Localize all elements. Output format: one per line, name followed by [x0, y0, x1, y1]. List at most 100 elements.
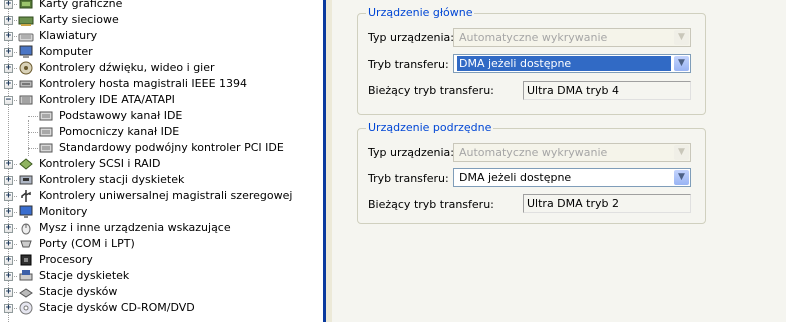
expand-icon[interactable]: +	[4, 224, 13, 233]
tree-item[interactable]: + Kontrolery stacji dyskietek	[0, 172, 323, 188]
pane-splitter[interactable]	[323, 0, 332, 322]
tree-item[interactable]: + Stacje dysków CD-ROM/DVD	[0, 300, 323, 316]
tree-item[interactable]: + Kontrolery dźwięku, wideo i gier	[0, 60, 323, 76]
tree-item-label: Karty sieciowe	[39, 13, 119, 26]
primary-transfer-mode-value: DMA jeżeli dostępne	[457, 56, 671, 71]
expand-icon[interactable]: +	[4, 16, 13, 25]
tree-item[interactable]: + Kontrolery hosta magistrali IEEE 1394	[0, 76, 323, 92]
keyboard-icon	[18, 33, 34, 42]
secondary-current-mode-label: Bieżący tryb transferu:	[368, 198, 494, 211]
tree-item-label: Stacje dyskietek	[39, 269, 130, 282]
expand-icon[interactable]: +	[4, 208, 13, 217]
expand-icon[interactable]: +	[4, 192, 13, 201]
tree-item[interactable]: + Mysz i inne urządzenia wskazujące	[0, 220, 323, 236]
tree-item[interactable]: + Porty (COM i LPT)	[0, 236, 323, 252]
expand-icon[interactable]: +	[4, 64, 13, 73]
port-icon	[20, 240, 32, 248]
tree-line	[28, 132, 38, 133]
floppy-controller-icon	[19, 175, 33, 185]
display-adapter-icon	[19, 0, 33, 9]
tree-item-label: Kontrolery SCSI i RAID	[39, 157, 161, 170]
scsi-icon	[19, 158, 33, 170]
tree-item[interactable]: + Komputer	[0, 44, 323, 60]
chevron-down-icon[interactable]: ▼	[674, 170, 689, 185]
device-tree[interactable]: + Karty graficzne + Karty sieciowe + Klawiatu…	[0, 0, 323, 322]
network-card-icon	[18, 16, 34, 26]
expand-icon[interactable]: +	[4, 32, 13, 41]
cdrom-icon	[19, 301, 33, 315]
primary-device-title: Urządzenie główne	[366, 6, 475, 19]
expand-icon[interactable]: +	[4, 256, 13, 265]
secondary-device-type-value: Automatyczne wykrywanie	[459, 146, 608, 159]
expand-icon[interactable]: +	[4, 272, 13, 281]
secondary-transfer-mode-label: Tryb transferu:	[368, 172, 449, 185]
tree-item[interactable]: + Klawiatury	[0, 28, 323, 44]
expand-icon[interactable]: +	[4, 304, 13, 313]
disk-drive-icon	[19, 288, 33, 298]
tree-item-label: Klawiatury	[39, 29, 98, 42]
tree-item[interactable]: + Monitory	[0, 204, 323, 220]
secondary-current-mode-field: Ultra DMA tryb 2	[523, 194, 691, 213]
tree-item-label: Stacje dysków CD-ROM/DVD	[39, 301, 195, 314]
expand-icon[interactable]: +	[4, 80, 13, 89]
ide-channel-icon	[39, 111, 53, 121]
expand-icon[interactable]: +	[4, 160, 13, 169]
expand-icon[interactable]: +	[4, 176, 13, 185]
tree-item-label: Mysz i inne urządzenia wskazujące	[39, 221, 231, 234]
tree-item[interactable]: + Karty sieciowe	[0, 12, 323, 28]
secondary-transfer-mode-value: DMA jeżeli dostępne	[459, 171, 572, 184]
tree-item-label: Procesory	[39, 253, 93, 266]
mouse-icon	[21, 223, 31, 235]
monitor-icon	[19, 205, 33, 218]
secondary-device-type-label: Typ urządzenia:	[368, 146, 455, 159]
chevron-down-icon[interactable]: ▼	[674, 56, 689, 71]
secondary-transfer-mode-select[interactable]: DMA jeżeli dostępne ▼	[453, 168, 691, 187]
tree-item-label: Kontrolery IDE ATA/ATAPI	[39, 93, 175, 106]
tree-line	[28, 116, 38, 117]
primary-current-mode-label: Bieżący tryb transferu:	[368, 84, 494, 97]
chevron-down-icon: ▼	[674, 30, 689, 45]
primary-device-group: Urządzenie główne Typ urządzenia: Automa…	[357, 6, 706, 115]
ieee1394-icon	[19, 80, 33, 88]
primary-device-type-value: Automatyczne wykrywanie	[459, 31, 608, 44]
tree-item-label: Kontrolery stacji dyskietek	[39, 173, 185, 186]
floppy-drive-icon	[19, 270, 33, 281]
secondary-device-group: Urządzenie podrzędne Typ urządzenia: Aut…	[357, 121, 706, 224]
expand-icon[interactable]: +	[4, 48, 13, 57]
tree-item-label: Standardowy podwójny kontroler PCI IDE	[59, 141, 284, 154]
tree-item[interactable]: − Kontrolery IDE ATA/ATAPI	[0, 92, 323, 108]
primary-transfer-mode-select[interactable]: DMA jeżeli dostępne ▼	[453, 54, 691, 73]
tree-item-label: Porty (COM i LPT)	[39, 237, 135, 250]
tree-line	[28, 148, 38, 149]
tree-item-label: Monitory	[39, 205, 88, 218]
tree-item[interactable]: + Procesory	[0, 252, 323, 268]
ide-channel-icon	[39, 143, 53, 153]
tree-item[interactable]: + Stacje dyskietek	[0, 268, 323, 284]
tree-item-label: Karty graficzne	[39, 0, 123, 10]
tree-item-label: Kontrolery uniwersalnej magistrali szere…	[39, 189, 293, 202]
tree-item[interactable]: + Kontrolery SCSI i RAID	[0, 156, 323, 172]
tree-item-label: Podstawowy kanał IDE	[59, 109, 183, 122]
tree-item[interactable]: Podstawowy kanał IDE	[0, 108, 323, 124]
tree-item-label: Komputer	[39, 45, 93, 58]
tree-item[interactable]: + Stacje dysków	[0, 284, 323, 300]
tree-item-label: Pomocniczy kanał IDE	[59, 125, 180, 138]
tree-item[interactable]: + Karty graficzne	[0, 0, 323, 12]
collapse-icon[interactable]: −	[4, 96, 13, 105]
expand-icon[interactable]: +	[4, 240, 13, 249]
secondary-device-type-select: Automatyczne wykrywanie ▼	[453, 143, 691, 162]
tree-item[interactable]: + Kontrolery uniwersalnej magistrali szer…	[0, 188, 323, 204]
expand-icon[interactable]: +	[4, 288, 13, 297]
tree-item[interactable]: Standardowy podwójny kontroler PCI IDE	[0, 140, 323, 156]
tree-item-label: Kontrolery hosta magistrali IEEE 1394	[39, 77, 248, 90]
processor-icon	[20, 254, 32, 266]
primary-device-type-label: Typ urządzenia:	[368, 31, 455, 44]
properties-panel: Urządzenie główne Typ urządzenia: Automa…	[332, 0, 786, 322]
ide-controller-icon	[19, 95, 33, 105]
expand-icon[interactable]: +	[4, 0, 13, 9]
tree-item[interactable]: Pomocniczy kanał IDE	[0, 124, 323, 140]
usb-icon	[21, 190, 31, 202]
chevron-down-icon: ▼	[674, 145, 689, 160]
ide-channel-icon	[39, 127, 53, 137]
tree-item-label: Stacje dysków	[39, 285, 118, 298]
